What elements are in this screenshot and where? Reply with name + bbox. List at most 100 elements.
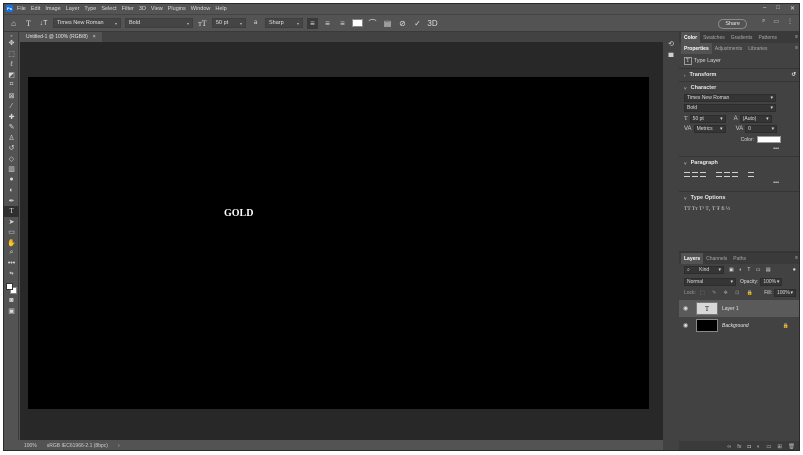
tab-swatches[interactable]: Swatches	[700, 32, 728, 43]
font-family-select[interactable]: Times New Roman ▾	[53, 18, 121, 28]
layer-row-background[interactable]: ◉ Background 🔒	[679, 317, 799, 334]
workspace-icon[interactable]: ▭	[773, 18, 779, 25]
eraser-tool-icon[interactable]: ◇	[4, 154, 19, 165]
layer-row-layer-1[interactable]: ◉ T Layer 1	[679, 300, 799, 317]
lock-icons[interactable]: ⬚ ✎ ✥ ⊡ 🔒	[700, 290, 756, 296]
panel-menu-icon[interactable]: ≡	[795, 45, 798, 51]
pen-tool-icon[interactable]: ✒	[4, 196, 19, 207]
foreground-color-swatch[interactable]	[6, 282, 13, 290]
move-tool-icon[interactable]: ✥	[4, 38, 19, 49]
blend-mode-select[interactable]: Normal ▾	[684, 277, 736, 286]
layer-name[interactable]: Background	[722, 323, 749, 329]
character-panel-icon[interactable]: ▤	[382, 18, 393, 29]
home-icon[interactable]: ⌂	[8, 18, 19, 29]
eyedropper-tool-icon[interactable]: ⁄	[4, 101, 19, 112]
justify-last-right-icon[interactable]	[732, 171, 738, 177]
font-style-select[interactable]: Bold ▾	[125, 18, 193, 28]
char-color-swatch[interactable]	[757, 136, 781, 143]
char-size-select[interactable]: 50 pt ▾	[689, 115, 726, 123]
paragraph-align-right-icon[interactable]	[700, 171, 706, 177]
transform-section[interactable]: › Transform ↺	[679, 68, 799, 81]
status-arrow-icon[interactable]: ›	[118, 443, 120, 449]
tab-channels[interactable]: Channels	[703, 253, 730, 264]
dodge-tool-icon[interactable]: ◐	[4, 185, 19, 196]
layer-filter-select[interactable]: ⌕ Kind ▾	[684, 266, 724, 274]
tracking-select[interactable]: 0 ▾	[745, 125, 778, 133]
close-icon[interactable]: ✕	[790, 5, 795, 12]
maximize-icon[interactable]: □	[776, 5, 780, 12]
lock-icon[interactable]: 🔒	[783, 323, 789, 329]
filter-icons[interactable]: ▣ ◐ T ▭ ▤	[729, 267, 773, 273]
quick-mask-icon[interactable]: ◙	[4, 296, 19, 307]
char-style-select[interactable]: Bold ▾	[684, 104, 776, 112]
menu-help[interactable]: Help	[215, 6, 226, 12]
justify-last-left-icon[interactable]	[716, 171, 722, 177]
canvas[interactable]: GOLD	[28, 77, 649, 409]
crop-tool-icon[interactable]: ⌗	[4, 80, 19, 91]
delete-layer-icon[interactable]: 🗑	[788, 444, 795, 450]
leading-select[interactable]: (Auto) ▾	[739, 115, 772, 123]
swap-colors-icon[interactable]: ⇆	[4, 269, 19, 280]
font-size-select[interactable]: 50 pt ▾	[212, 18, 246, 28]
menu-view[interactable]: View	[151, 6, 163, 12]
new-group-icon[interactable]: ▭	[766, 444, 771, 450]
panel-menu-icon[interactable]: ≡	[795, 34, 798, 40]
justify-last-center-icon[interactable]	[724, 171, 730, 177]
type-option-buttons[interactable]: TT Tт T¹ T₁ T Ŧ fi ½	[684, 206, 730, 212]
3d-icon[interactable]: 3D	[427, 18, 438, 29]
more-options-icon[interactable]: ⋮	[787, 18, 793, 25]
menu-edit[interactable]: Edit	[31, 6, 40, 12]
layer-name[interactable]: Layer 1	[722, 306, 739, 312]
rectangle-tool-icon[interactable]: ▭	[4, 227, 19, 238]
tab-libraries[interactable]: Libraries	[745, 43, 770, 54]
menu-image[interactable]: Image	[45, 6, 60, 12]
comments-panel-icon[interactable]: ▀	[669, 54, 674, 61]
object-select-tool-icon[interactable]: ◩	[4, 70, 19, 81]
tab-gradients[interactable]: Gradients	[728, 32, 756, 43]
document-tab[interactable]: Untitled-1 @ 100% (RGB/8) ×	[20, 32, 102, 42]
paragraph-align-center-icon[interactable]	[692, 171, 698, 177]
layer-mask-icon[interactable]: ◘	[748, 444, 751, 450]
commit-check-icon[interactable]: ✓	[412, 18, 423, 29]
align-center-icon[interactable]: ≡	[322, 18, 333, 29]
layer-style-icon[interactable]: fx	[737, 444, 741, 450]
reset-icon[interactable]: ↺	[791, 72, 796, 78]
tab-layers[interactable]: Layers	[681, 253, 704, 264]
fill-input[interactable]: 100% ▾	[774, 288, 796, 297]
healing-brush-tool-icon[interactable]: ✚	[4, 112, 19, 123]
minimize-icon[interactable]: –	[763, 5, 766, 12]
menu-3d[interactable]: 3D	[139, 6, 146, 12]
path-selection-tool-icon[interactable]: ➤	[4, 217, 19, 228]
paragraph-align-left-icon[interactable]	[684, 171, 690, 177]
antialias-select[interactable]: Sharp ▾	[265, 18, 303, 28]
tab-patterns[interactable]: Patterns	[755, 32, 780, 43]
align-left-icon[interactable]: ≡	[307, 17, 318, 29]
paragraph-section[interactable]: ˅ Paragraph	[679, 156, 799, 169]
tab-color[interactable]: Color	[681, 32, 701, 43]
filter-toggle-icon[interactable]: ●	[793, 267, 796, 273]
blur-tool-icon[interactable]: ●	[4, 175, 19, 186]
tab-paths[interactable]: Paths	[730, 253, 749, 264]
tab-properties[interactable]: Properties	[681, 43, 712, 54]
panel-menu-icon[interactable]: ≡	[795, 255, 798, 261]
character-section[interactable]: ˅ Character	[679, 81, 799, 94]
menu-plugins[interactable]: Plugins	[168, 6, 186, 12]
brush-tool-icon[interactable]: ✎	[4, 122, 19, 133]
text-color-swatch[interactable]	[352, 18, 363, 29]
canvas-text-gold[interactable]: GOLD	[224, 208, 253, 219]
opacity-input[interactable]: 100% ▾	[760, 277, 783, 286]
type-options-section[interactable]: ˅ Type Options	[679, 191, 799, 204]
adjustment-layer-icon[interactable]: ◐	[757, 444, 760, 450]
gradient-tool-icon[interactable]: ▥	[4, 164, 19, 175]
tab-adjustments[interactable]: Adjustments	[712, 43, 746, 54]
color-swatches[interactable]	[4, 280, 19, 296]
visibility-eye-icon[interactable]: ◉	[683, 322, 692, 329]
stamp-tool-icon[interactable]: ♙	[4, 133, 19, 144]
visibility-eye-icon[interactable]: ◉	[683, 305, 692, 312]
align-right-icon[interactable]: ≡	[337, 18, 348, 29]
share-button[interactable]: Share	[718, 19, 747, 29]
screen-mode-icon[interactable]: ▣	[4, 306, 19, 317]
justify-all-icon[interactable]	[748, 171, 754, 177]
menu-window[interactable]: Window	[191, 6, 211, 12]
cancel-icon[interactable]: ⊘	[397, 18, 408, 29]
